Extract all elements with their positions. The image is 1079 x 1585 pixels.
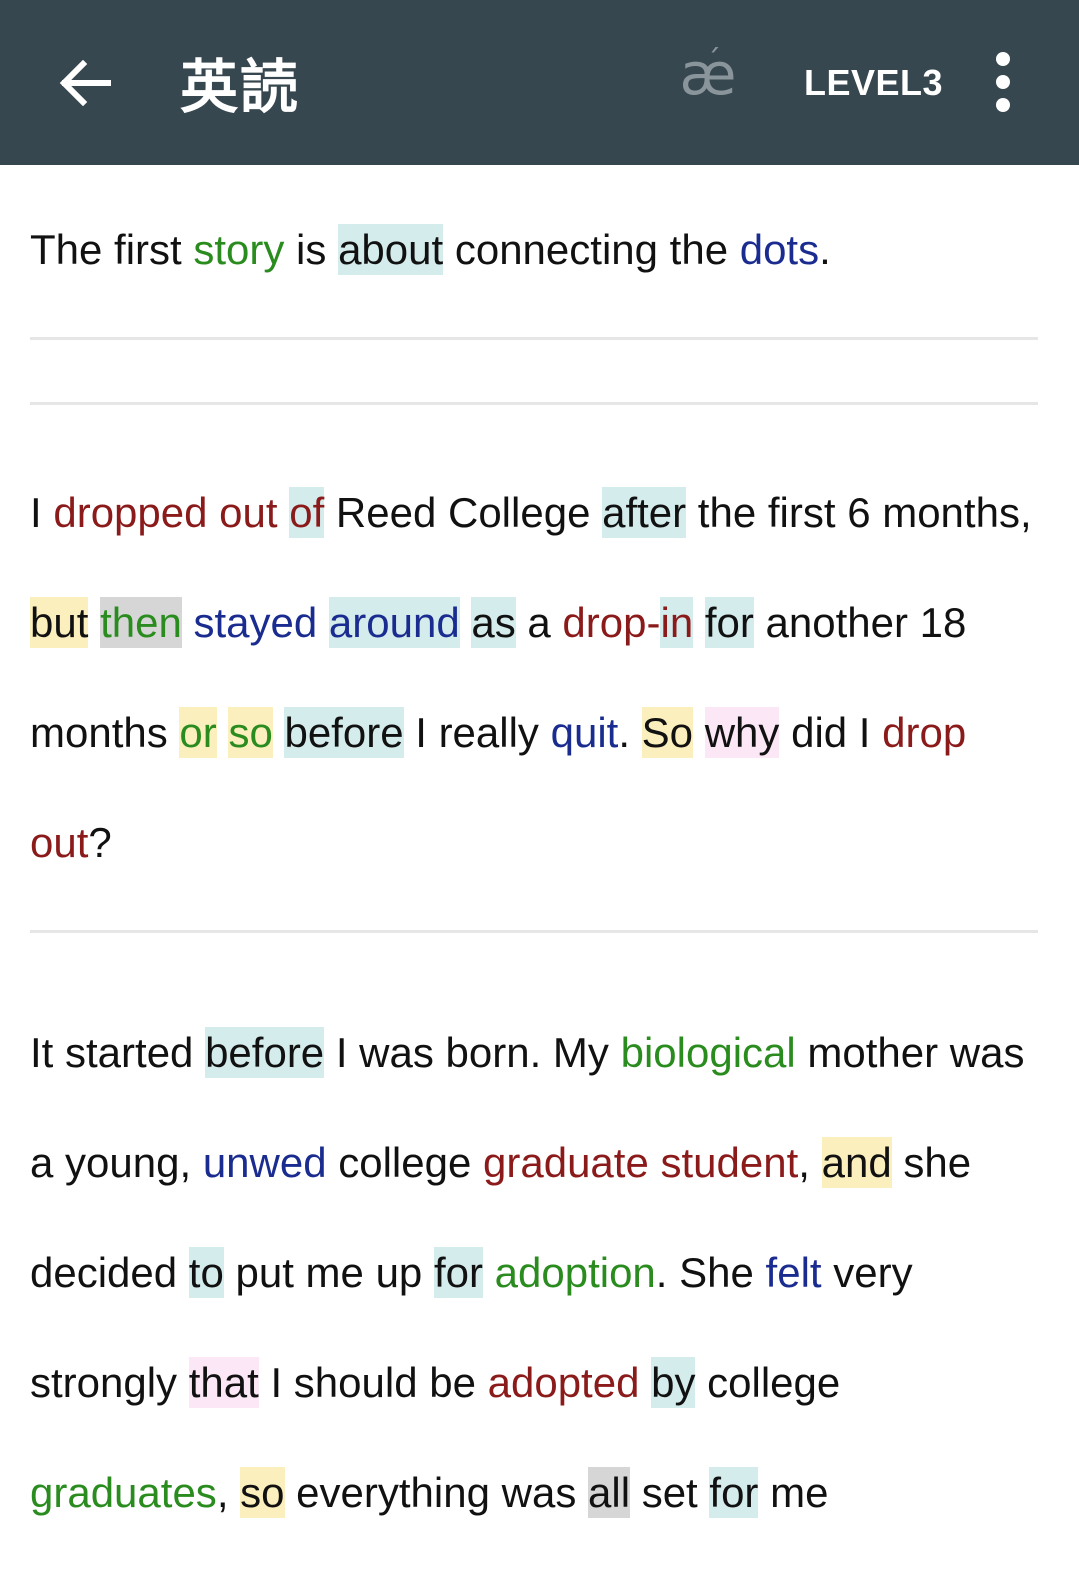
vocab-word[interactable]: but: [30, 597, 89, 648]
vocab-word[interactable]: unwed: [203, 1137, 327, 1188]
vocab-word[interactable]: then: [100, 597, 182, 648]
reading-content: The first story is about connecting the …: [30, 165, 1040, 1548]
vocab-word[interactable]: felt: [766, 1247, 822, 1298]
plain-text: I really: [403, 709, 551, 756]
vocab-word[interactable]: as: [471, 597, 516, 648]
vocab-word[interactable]: of: [289, 487, 325, 538]
vocab-word[interactable]: dots: [740, 224, 819, 275]
vocab-word[interactable]: graduate student: [483, 1137, 798, 1188]
plain-text: It started: [30, 1029, 206, 1076]
plain-text: [217, 707, 229, 758]
divider: [30, 337, 1038, 340]
app-title: 英読: [180, 53, 301, 121]
app-bar: 英読 æ ˊ LEVEL3: [0, 0, 1079, 165]
vocab-word[interactable]: for: [709, 1467, 759, 1518]
plain-text: college: [695, 1359, 841, 1406]
vocab-word[interactable]: biological: [621, 1027, 796, 1078]
plain-text: ?: [88, 819, 112, 866]
vocab-word[interactable]: So: [641, 707, 694, 758]
vocab-word[interactable]: graduates: [30, 1467, 217, 1518]
sentence-paragraph[interactable]: The first story is about connecting the …: [30, 195, 1040, 305]
vocab-word[interactable]: that: [188, 1357, 259, 1408]
plain-text: [317, 597, 329, 648]
vocab-word[interactable]: by: [651, 1357, 696, 1408]
vocab-word[interactable]: before: [284, 707, 404, 758]
vocab-word[interactable]: around: [328, 597, 460, 648]
vocab-word[interactable]: adopted: [488, 1357, 640, 1408]
back-button[interactable]: [50, 50, 120, 116]
plain-text: I: [30, 489, 54, 536]
vocab-word[interactable]: quit: [551, 707, 619, 758]
plain-text: [460, 597, 472, 648]
plain-text: college: [326, 1139, 484, 1186]
plain-text: connecting the: [443, 226, 740, 273]
vocab-word[interactable]: in: [660, 597, 694, 648]
vocab-word[interactable]: why: [704, 707, 780, 758]
plain-text: Reed College: [324, 489, 603, 536]
vocab-word[interactable]: before: [205, 1027, 325, 1078]
plain-text: put me up: [223, 1249, 434, 1296]
plain-text: [639, 1357, 651, 1408]
sentence-paragraph[interactable]: I dropped out of Reed College after the …: [30, 458, 1040, 898]
plain-text: .: [819, 226, 831, 273]
vocab-word[interactable]: all: [588, 1467, 631, 1518]
vocab-word[interactable]: and: [821, 1137, 892, 1188]
vocab-word[interactable]: so: [240, 1467, 285, 1518]
plain-text: ,: [216, 1469, 241, 1516]
vocab-word[interactable]: dropped out: [53, 487, 277, 538]
plain-text: is: [284, 226, 339, 273]
vocab-word[interactable]: or: [179, 707, 217, 758]
plain-text: set: [630, 1469, 710, 1516]
plain-text: [693, 707, 705, 758]
vocab-word[interactable]: about: [338, 224, 444, 275]
divider: [30, 402, 1038, 405]
more-options-icon[interactable]: [990, 52, 1016, 112]
pronunciation-accent: ˊ: [706, 44, 721, 79]
plain-text: [182, 597, 194, 648]
plain-text: [88, 597, 100, 648]
plain-text: ,: [798, 1139, 822, 1186]
level-button[interactable]: LEVEL3: [804, 62, 943, 104]
vocab-word[interactable]: so: [228, 707, 273, 758]
plain-text: I was born. My: [324, 1029, 621, 1076]
plain-text: I should be: [258, 1359, 488, 1406]
plain-text: [483, 1247, 495, 1298]
plain-text: me: [758, 1469, 829, 1516]
plain-text: The first: [30, 226, 194, 273]
vocab-word[interactable]: story: [193, 224, 284, 275]
arrow-left-icon: [59, 60, 111, 106]
vocab-word[interactable]: stayed: [193, 597, 317, 648]
plain-text: a: [515, 599, 563, 646]
plain-text: [273, 707, 285, 758]
plain-text: .: [618, 709, 642, 756]
vocab-word[interactable]: drop-: [562, 597, 660, 648]
vocab-word[interactable]: after: [602, 487, 687, 538]
pronunciation-button[interactable]: æ ˊ: [672, 38, 744, 110]
divider: [30, 930, 1038, 933]
plain-text: the first 6 months,: [686, 489, 1032, 536]
plain-text: did I: [779, 709, 883, 756]
plain-text: everything was: [284, 1469, 588, 1516]
sentence-paragraph[interactable]: It started before I was born. My biologi…: [30, 998, 1040, 1548]
plain-text: [693, 597, 705, 648]
vocab-word[interactable]: for: [704, 597, 754, 648]
vocab-word[interactable]: for: [433, 1247, 483, 1298]
plain-text: . She: [655, 1249, 766, 1296]
plain-text: [278, 487, 290, 538]
vocab-word[interactable]: to: [188, 1247, 224, 1298]
vocab-word[interactable]: adoption: [495, 1247, 656, 1298]
